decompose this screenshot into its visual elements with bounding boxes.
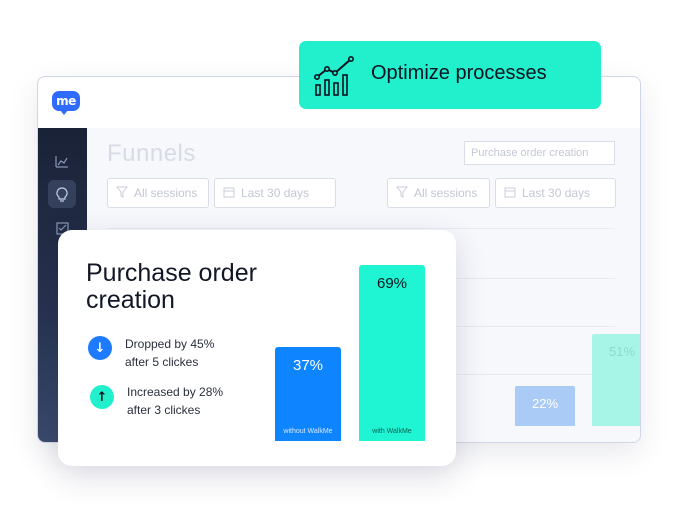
purchase-order-card: Purchase order creation ↓ Dropped by 45%… — [58, 230, 456, 466]
stat-increased: Increased by 28% after 3 clickes — [127, 383, 223, 419]
lightbulb-icon[interactable] — [48, 180, 76, 208]
bar-with-walkme: 69% with WalkMe — [359, 265, 425, 441]
stat-line: Dropped by 45% — [125, 337, 215, 351]
stat-line: after 5 clickes — [125, 355, 199, 369]
banner-label: Optimize processes — [371, 62, 547, 84]
bg-bar-label: 22% — [531, 396, 559, 411]
bg-bar-label: 51% — [608, 344, 636, 359]
bar-value-label: 37% — [292, 357, 324, 374]
filter-date-right[interactable]: Last 30 days — [495, 178, 616, 208]
stat-line: Increased by 28% — [127, 385, 224, 399]
stat-line: after 3 clickes — [127, 403, 201, 417]
bar-value-label: 69% — [376, 275, 408, 292]
sessions-label: All sessions — [134, 186, 198, 200]
card-title: Purchase order creation — [86, 259, 257, 314]
filter-icon — [115, 186, 129, 201]
bg-chart-bar-51: 51% — [592, 334, 640, 426]
grid-line — [107, 228, 615, 229]
filter-sessions-right[interactable]: All sessions — [387, 178, 490, 208]
calendar-icon — [504, 186, 516, 201]
page-title: Funnels — [107, 140, 196, 167]
filter-date-left[interactable]: Last 30 days — [214, 178, 336, 208]
line-chart-icon[interactable] — [48, 148, 76, 176]
arrow-up-icon: ↑ — [90, 385, 114, 409]
date-label: Last 30 days — [522, 186, 591, 200]
walkme-logo: me — [52, 91, 80, 115]
bar-caption: without WalkMe — [283, 428, 333, 435]
stat-dropped: Dropped by 45% after 5 clickes — [125, 335, 214, 371]
filter-sessions-left[interactable]: All sessions — [107, 178, 209, 208]
growth-chart-icon — [313, 55, 356, 101]
calendar-icon — [223, 186, 235, 201]
funnel-select[interactable]: Purchase order creation — [464, 141, 615, 165]
bar-without-walkme: 37% without WalkMe — [275, 347, 341, 441]
bar-caption: with WalkMe — [372, 428, 412, 435]
optimize-processes-banner: Optimize processes — [299, 41, 601, 109]
sessions-label: All sessions — [414, 186, 478, 200]
filter-icon — [395, 186, 409, 201]
arrow-down-icon: ↓ — [88, 336, 112, 360]
bg-chart-bar-22: 22% — [515, 386, 575, 426]
date-label: Last 30 days — [241, 186, 310, 200]
